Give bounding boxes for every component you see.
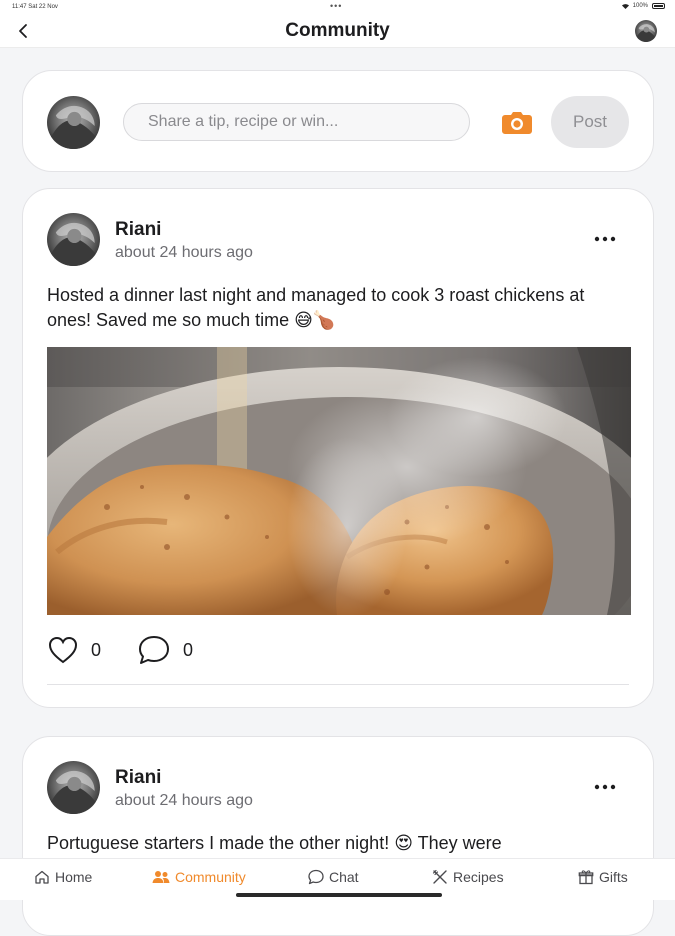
tab-bar: Home Community Chat Recipes Gifts [0,858,675,900]
more-options-icon[interactable] [593,235,617,243]
composer-avatar [47,96,100,149]
share-input[interactable]: Share a tip, recipe or win... [123,103,470,141]
tab-label: Gifts [599,869,628,885]
post-card: Riani about 24 hours ago Portuguese star… [22,736,654,936]
status-bar: 11:47 Sat 22 Nov ••• 100% [0,0,675,14]
tab-gifts[interactable]: Gifts [578,869,628,885]
more-options-icon[interactable] [593,783,617,791]
people-icon [152,871,170,883]
tab-recipes[interactable]: Recipes [432,869,504,885]
divider [47,684,629,685]
like-button[interactable]: 0 [47,635,101,665]
status-time: 11:47 Sat 22 Nov [12,4,58,10]
post-image[interactable] [47,347,631,615]
profile-avatar[interactable] [635,20,657,42]
page-title: Community [285,20,390,41]
post-timestamp: about 24 hours ago [115,244,253,261]
heart-icon [48,636,78,664]
battery-percent: 100% [632,3,648,9]
post-text: Hosted a dinner last night and managed t… [47,285,585,330]
post-text: Portuguese starters I made the other nig… [47,833,502,853]
author-avatar[interactable] [47,213,100,266]
roast-chicken-photo [47,347,631,615]
tab-label: Recipes [453,869,504,885]
author-avatar[interactable] [47,761,100,814]
post-actions: 0 0 [47,634,229,666]
like-count: 0 [91,639,102,660]
tab-label: Chat [329,869,359,885]
utensils-icon [432,869,447,884]
comment-icon [139,636,170,664]
chat-icon [308,869,324,885]
post-author[interactable]: Riani [115,767,161,789]
post-composer: Share a tip, recipe or win... Post [22,70,654,172]
status-indicators: 100% [621,3,665,9]
navigation-bar: Community [0,14,675,48]
post-card: Riani about 24 hours ago Hosted a dinner… [22,188,654,708]
post-button[interactable]: Post [551,96,629,148]
battery-icon [652,3,665,9]
multitask-dots[interactable]: ••• [330,1,342,11]
comment-count: 0 [183,639,194,660]
tab-community[interactable]: Community [152,869,246,885]
tab-home[interactable]: Home [34,869,92,885]
post-timestamp: about 24 hours ago [115,792,253,809]
wifi-icon [621,3,629,9]
home-icon [35,870,49,884]
tab-label: Community [175,869,246,885]
tab-chat[interactable]: Chat [308,869,359,885]
gift-icon [578,870,594,885]
home-indicator[interactable] [236,893,442,897]
camera-icon[interactable] [501,109,533,135]
comment-button[interactable]: 0 [137,634,193,666]
tab-label: Home [55,869,93,885]
post-author[interactable]: Riani [115,219,161,241]
